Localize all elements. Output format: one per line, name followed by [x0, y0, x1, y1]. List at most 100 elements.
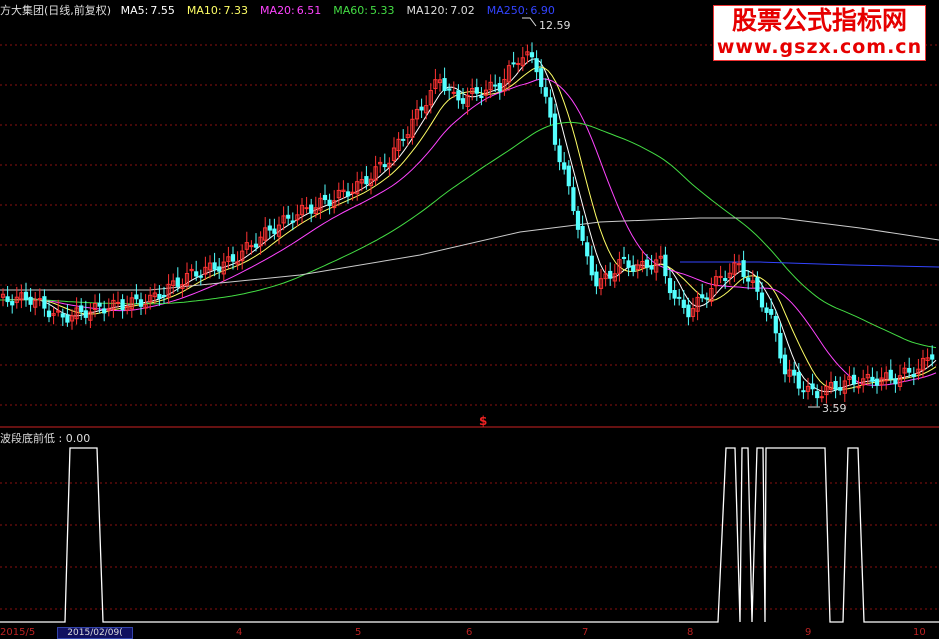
candle-body: [79, 305, 84, 313]
candle-body: [286, 214, 291, 219]
candle-body: [608, 270, 613, 279]
candle-body: [782, 354, 788, 375]
candle-body: [566, 165, 571, 187]
candle-body: [667, 278, 673, 294]
candle-body: [217, 266, 222, 272]
ma-value: 7.33: [223, 4, 249, 17]
candle-body: [102, 308, 107, 314]
candle-body: [272, 228, 277, 234]
candle-body: [138, 299, 144, 307]
candle-body: [594, 271, 599, 287]
candle-body: [746, 277, 751, 282]
candle-body: [874, 378, 880, 386]
candle-body: [327, 199, 332, 207]
candle-body: [769, 308, 774, 315]
candle-body: [626, 260, 631, 268]
candle-body: [801, 390, 806, 393]
candle-body: [83, 310, 88, 318]
candle-body: [718, 275, 723, 278]
watermark-name: 股票公式指标网: [731, 6, 907, 35]
candle-body: [10, 301, 15, 306]
candle-body: [539, 68, 544, 87]
ma-legend-item: MA5: 7.55: [121, 4, 181, 17]
candle-body: [631, 265, 636, 272]
grid-lines: [0, 44, 939, 610]
candle-body: [267, 225, 272, 231]
candle-body: [575, 210, 581, 230]
candle-body: [644, 259, 650, 268]
candle-body: [42, 296, 47, 309]
time-axis: 2015/5 2015/02/09( 4 5 6 7 8 9 10: [0, 627, 939, 639]
ma250-line: [680, 261, 939, 268]
selected-date-box[interactable]: 2015/02/09(: [57, 627, 133, 639]
candle-body: [893, 378, 898, 385]
candle-body: [907, 367, 912, 373]
dollar-marker-icon[interactable]: $: [479, 414, 487, 428]
candle-body: [460, 98, 466, 104]
candle-body: [5, 296, 10, 303]
ma-label: MA60:: [333, 4, 368, 17]
candle-body: [557, 145, 562, 163]
candle-body: [120, 299, 125, 311]
candle-body: [23, 291, 29, 301]
candle-body: [198, 275, 203, 278]
ma-value: 7.02: [450, 4, 475, 17]
candle-body: [479, 95, 484, 99]
candle-body: [194, 271, 199, 277]
ma-legend: 方大集团(日线,前复权) MA5: 7.55 MA10: 7.33 MA20: 6.51 M…: [0, 2, 573, 18]
low-price-label: 3.59: [822, 402, 847, 415]
candle-body: [870, 376, 875, 382]
candle-body: [364, 176, 369, 185]
symbol-title: 方大集团(日线,前复权): [0, 4, 112, 17]
ma-label: MA120:: [406, 4, 449, 17]
chart-canvas[interactable]: [0, 0, 939, 637]
ma-line: [0, 66, 937, 390]
candle-body: [755, 277, 760, 292]
ma-legend-item: MA250: 6.90: [487, 4, 561, 17]
ma-value: 6.90: [530, 4, 555, 17]
high-marker-arrow: [522, 17, 537, 27]
ma-legend-item: MA10: 7.33: [187, 4, 254, 17]
candle-body: [764, 307, 769, 313]
candle-body: [792, 369, 797, 376]
candle-body: [46, 310, 52, 318]
candle-body: [134, 294, 139, 300]
candle-body: [819, 396, 824, 399]
candle-body: [60, 313, 65, 318]
candle-body: [447, 88, 452, 91]
candle-body: [290, 220, 295, 223]
candle-body: [529, 52, 535, 58]
candle-body: [580, 225, 585, 241]
candle-body: [28, 296, 33, 305]
ma-label: MA20:: [260, 4, 295, 17]
candle-body: [911, 374, 916, 377]
candle-body: [65, 314, 70, 323]
candlesticks: [0, 42, 935, 407]
candle-body: [672, 290, 677, 299]
candle-body: [704, 297, 709, 300]
moving-average-lines: [0, 58, 939, 393]
candle-body: [773, 315, 778, 334]
ma-legend-item: MA20: 6.51: [260, 4, 327, 17]
candle-body: [856, 386, 861, 389]
candle-body: [230, 254, 236, 262]
axis-tick-label: 8: [687, 627, 694, 638]
candle-body: [322, 194, 328, 201]
candle-body: [115, 301, 121, 304]
candle-body: [548, 97, 553, 118]
candle-body: [686, 304, 691, 318]
candle-body: [212, 262, 217, 270]
candle-body: [497, 83, 502, 92]
candle-body: [304, 207, 309, 210]
candle-body: [175, 277, 180, 287]
candle-body: [552, 113, 558, 145]
candle-body: [253, 243, 259, 248]
candle-body: [838, 387, 843, 391]
axis-tick-label: 10: [913, 627, 926, 638]
candle-body: [474, 87, 479, 94]
candle-body: [350, 191, 355, 194]
candle-body: [456, 90, 461, 101]
ma-label: MA5:: [120, 4, 149, 17]
candle-body: [451, 91, 456, 94]
candle-body: [571, 187, 576, 212]
